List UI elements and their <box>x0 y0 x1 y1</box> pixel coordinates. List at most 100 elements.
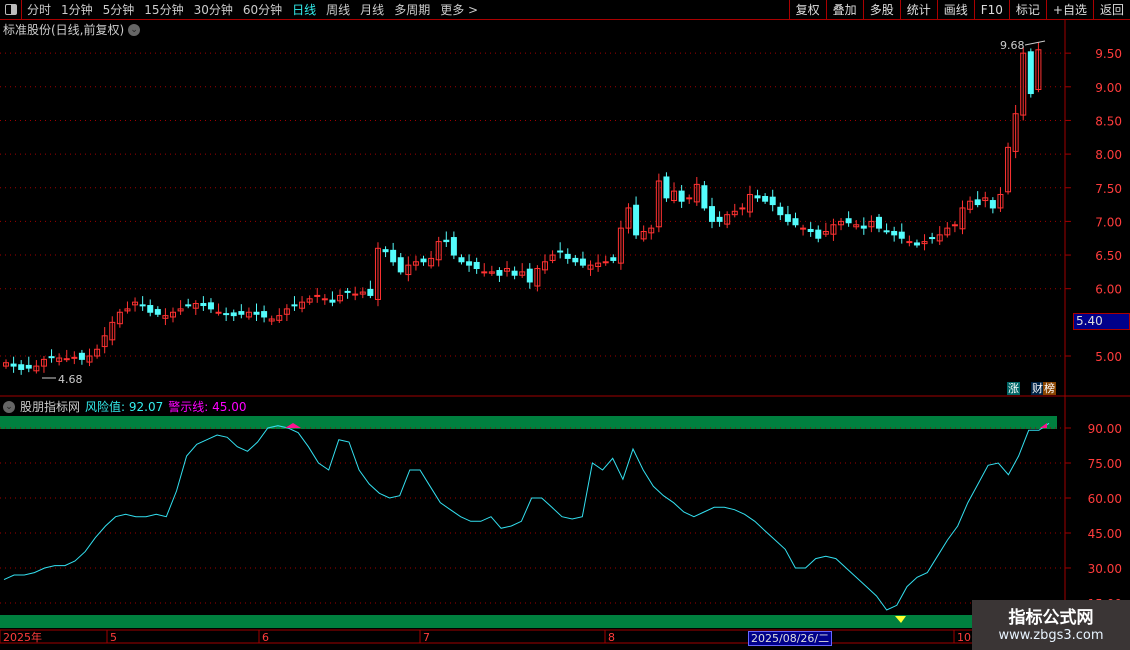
candle-body <box>139 304 146 307</box>
candle-body <box>891 230 898 236</box>
candle-body <box>420 258 427 263</box>
candle-body <box>564 253 571 259</box>
x-axis-label: 7 <box>423 631 430 644</box>
candle-body <box>989 200 996 209</box>
indicator-tick-label: 75.00 <box>1088 457 1122 471</box>
candle-body <box>253 311 260 315</box>
candle-body <box>25 364 32 369</box>
candle-body <box>716 216 723 222</box>
x-axis-label: 8 <box>608 631 615 644</box>
candle-body <box>701 185 708 209</box>
candle-body <box>572 257 579 263</box>
candle-body <box>10 363 17 367</box>
candle-body <box>800 227 807 230</box>
badge-zhang[interactable]: 涨 <box>1007 382 1020 395</box>
candle-body <box>207 302 214 310</box>
candle-body <box>382 249 389 253</box>
candle-body <box>215 311 222 314</box>
candle-body <box>344 290 351 293</box>
price-tick-label: 7.00 <box>1095 215 1122 229</box>
risk-line <box>3 422 1050 611</box>
candle-body <box>291 304 298 307</box>
candle-body <box>708 206 715 222</box>
candle-body <box>898 231 905 239</box>
high-price-label: 9.68 <box>1000 39 1025 52</box>
price-tick-label: 9.50 <box>1095 47 1122 61</box>
candle-body <box>352 293 359 296</box>
candle-body <box>78 352 85 360</box>
candle-body <box>633 204 640 236</box>
candle-body <box>185 304 192 307</box>
candle-body <box>526 268 533 283</box>
candle-body <box>314 294 321 297</box>
candle-body <box>458 257 465 263</box>
candle-body <box>147 305 154 313</box>
candle-body <box>71 356 78 359</box>
top-warning-band <box>0 416 1057 429</box>
high-arrow <box>1024 40 1046 46</box>
candle-body <box>610 257 617 261</box>
candle-body <box>466 261 473 266</box>
candle-body <box>815 229 822 239</box>
indicator-tick-label: 90.00 <box>1088 422 1122 436</box>
candle-body <box>951 224 958 227</box>
candle-body <box>602 261 609 264</box>
indicator-tick-label: 45.00 <box>1088 527 1122 541</box>
badge-bang[interactable]: 榜 <box>1043 382 1056 395</box>
price-tick-label: 9.00 <box>1095 81 1122 95</box>
candle-body <box>230 312 237 317</box>
candle-body <box>397 257 404 273</box>
candle-body <box>473 261 480 270</box>
candle-body <box>663 176 670 199</box>
candle-body <box>754 195 761 199</box>
candle-body <box>906 241 913 244</box>
candle-body <box>223 313 230 316</box>
price-tick-label: 8.00 <box>1095 148 1122 162</box>
candle-body <box>739 207 746 210</box>
candle-body <box>496 270 503 276</box>
current-price-label: 5.40 <box>1073 313 1130 330</box>
candle-body <box>154 309 161 315</box>
candle-body <box>443 239 450 243</box>
price-tick-label: 6.50 <box>1095 249 1122 263</box>
candle-body <box>1027 51 1034 95</box>
chart-canvas[interactable]: 9.50 9.00 8.50 8.00 7.50 7.00 6.50 6.00 5.00 4.68… <box>0 0 1130 650</box>
x-axis-label: 2025年 <box>3 630 42 644</box>
candle-body <box>557 250 564 253</box>
indicator-title: ⌄ 股朋指标网 风险值: 92.07 警示线: 45.00 <box>3 398 246 415</box>
candle-body <box>777 206 784 216</box>
cursor-date: 2025/08/26/二 <box>748 631 833 646</box>
candle-body <box>792 218 799 226</box>
candle-body <box>678 190 685 202</box>
candle-body <box>883 230 890 233</box>
candle-body <box>390 249 397 263</box>
candle-body <box>579 258 586 266</box>
candle-body <box>807 228 814 232</box>
low-price-label: 4.68 <box>58 373 83 386</box>
price-tick-label: 5.00 <box>1095 350 1122 364</box>
indicator-name: 股朋指标网 <box>20 400 81 414</box>
candle-body <box>913 242 920 246</box>
candle-body <box>784 214 791 222</box>
candle-body <box>63 358 70 361</box>
candle-body <box>321 298 328 301</box>
candle-body <box>18 364 25 370</box>
indicator-tick-label: 30.00 <box>1088 562 1122 576</box>
price-tick-label: 6.00 <box>1095 283 1122 297</box>
candle-body <box>929 237 936 240</box>
watermark: 指标公式网 www.zbgs3.com <box>972 600 1130 650</box>
candle-body <box>329 299 336 303</box>
candle-body <box>238 311 245 315</box>
candle-body <box>511 270 518 276</box>
price-tick-label: 8.50 <box>1095 114 1122 128</box>
indicator-tick-label: 60.00 <box>1088 492 1122 506</box>
x-axis-label: 10 <box>957 631 971 644</box>
candle-body <box>367 288 374 296</box>
candle-body <box>875 216 882 229</box>
candle-body <box>860 225 867 229</box>
candle-body <box>974 199 981 206</box>
candle-body <box>686 197 693 200</box>
chevron-down-icon[interactable]: ⌄ <box>3 400 15 413</box>
risk-value: 风险值: 92.07 <box>85 400 164 414</box>
x-axis-label: 5 <box>110 631 117 644</box>
